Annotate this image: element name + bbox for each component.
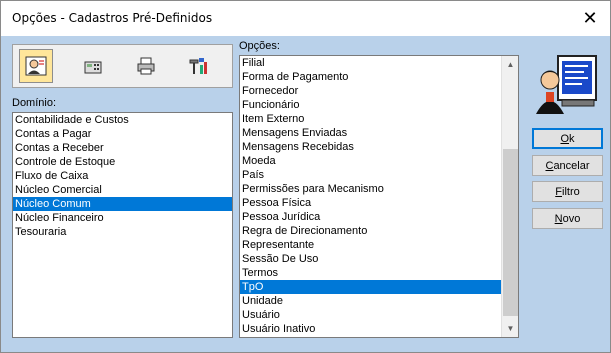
- close-icon[interactable]: ✕: [576, 5, 604, 31]
- list-item[interactable]: Contabilidade e Custos: [13, 113, 232, 127]
- list-item[interactable]: Termos: [240, 266, 518, 280]
- calculator-icon[interactable]: [76, 49, 110, 83]
- list-item[interactable]: Unidade: [240, 294, 518, 308]
- list-item[interactable]: Funcionário: [240, 98, 518, 112]
- title-bar[interactable]: Opções - Cadastros Pré-Definidos ✕: [1, 1, 610, 36]
- module-toolbar: [12, 44, 233, 88]
- list-item[interactable]: Fluxo de Caixa: [13, 169, 232, 183]
- ok-button[interactable]: Ok: [532, 128, 603, 149]
- list-item[interactable]: Tesouraria: [13, 225, 232, 239]
- opcoes-label: Opções:: [239, 40, 280, 52]
- dominio-listbox[interactable]: Contabilidade e Custos Contas a Pagar Cont…: [12, 112, 233, 338]
- list-item[interactable]: Contas a Receber: [13, 141, 232, 155]
- dominio-label: Domínio:: [12, 97, 57, 109]
- list-item[interactable]: Filial: [240, 56, 518, 70]
- list-item[interactable]: TpO: [240, 280, 518, 294]
- list-item[interactable]: Usuário Inativo: [240, 322, 518, 336]
- scroll-up-icon[interactable]: ▲: [502, 56, 518, 73]
- list-item[interactable]: Forma de Pagamento: [240, 70, 518, 84]
- window-title: Opções - Cadastros Pré-Definidos: [12, 11, 213, 25]
- list-item[interactable]: Mensagens Recebidas: [240, 140, 518, 154]
- list-item[interactable]: Usuário: [240, 308, 518, 322]
- list-item[interactable]: Contas a Pagar: [13, 127, 232, 141]
- dialog-body: Domínio: Contabilidade e Custos Contas a …: [1, 36, 610, 352]
- list-item[interactable]: Pessoa Jurídica: [240, 210, 518, 224]
- new-button[interactable]: Novo: [532, 208, 603, 229]
- cancel-button[interactable]: Cancelar: [532, 155, 603, 176]
- list-item[interactable]: Mensagens Enviadas: [240, 126, 518, 140]
- list-item[interactable]: Controle de Estoque: [13, 155, 232, 169]
- list-item[interactable]: Núcleo Comercial: [13, 183, 232, 197]
- filter-button[interactable]: Filtro: [532, 181, 603, 202]
- scrollbar-thumb[interactable]: [503, 149, 518, 316]
- opcoes-listbox[interactable]: Filial Forma de Pagamento Fornecedor Funcio…: [239, 55, 519, 338]
- scroll-down-icon[interactable]: ▼: [502, 320, 518, 337]
- list-item[interactable]: Sessão De Uso: [240, 252, 518, 266]
- list-item[interactable]: Pessoa Física: [240, 196, 518, 210]
- vertical-scrollbar[interactable]: ▲ ▼: [501, 56, 518, 337]
- list-item[interactable]: Representante: [240, 238, 518, 252]
- list-item[interactable]: Núcleo Comum: [13, 197, 232, 211]
- list-item[interactable]: País: [240, 168, 518, 182]
- list-item[interactable]: Item Externo: [240, 112, 518, 126]
- tools-icon[interactable]: [181, 49, 215, 83]
- dialog-window: Opções - Cadastros Pré-Definidos ✕ Domín…: [0, 0, 611, 353]
- person-card-icon[interactable]: [19, 49, 53, 83]
- list-item[interactable]: Moeda: [240, 154, 518, 168]
- list-item[interactable]: Permissões para Mecanismo: [240, 182, 518, 196]
- person-at-computer-icon: [532, 52, 602, 118]
- list-item[interactable]: Fornecedor: [240, 84, 518, 98]
- printer-icon[interactable]: [129, 49, 163, 83]
- list-item[interactable]: Núcleo Financeiro: [13, 211, 232, 225]
- opcoes-items: Filial Forma de Pagamento Fornecedor Funcio…: [240, 56, 518, 336]
- list-item[interactable]: Regra de Direcionamento: [240, 224, 518, 238]
